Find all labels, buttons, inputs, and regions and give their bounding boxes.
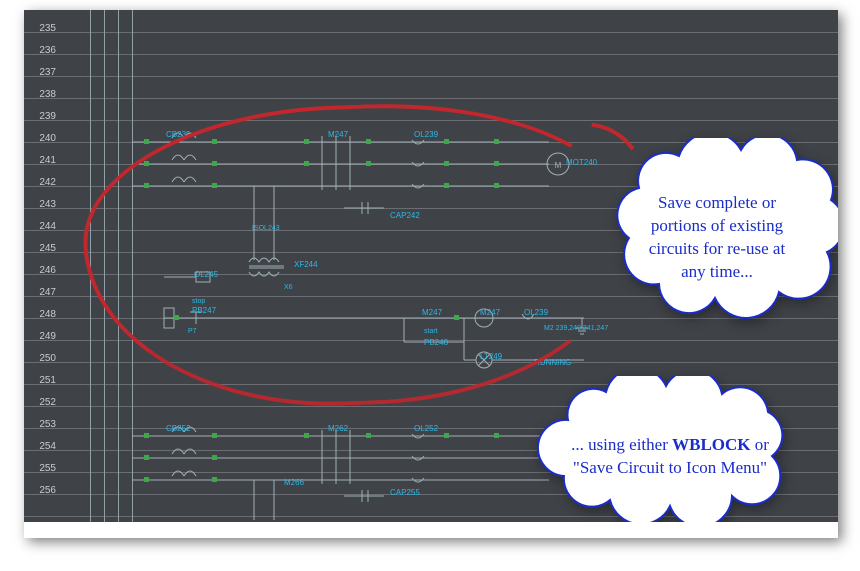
schematic-viewport[interactable]: 2342352362372382392402412422432442452462… bbox=[24, 10, 838, 538]
svg-text:M: M bbox=[555, 161, 562, 170]
schematic-drawing: M bbox=[24, 10, 838, 538]
